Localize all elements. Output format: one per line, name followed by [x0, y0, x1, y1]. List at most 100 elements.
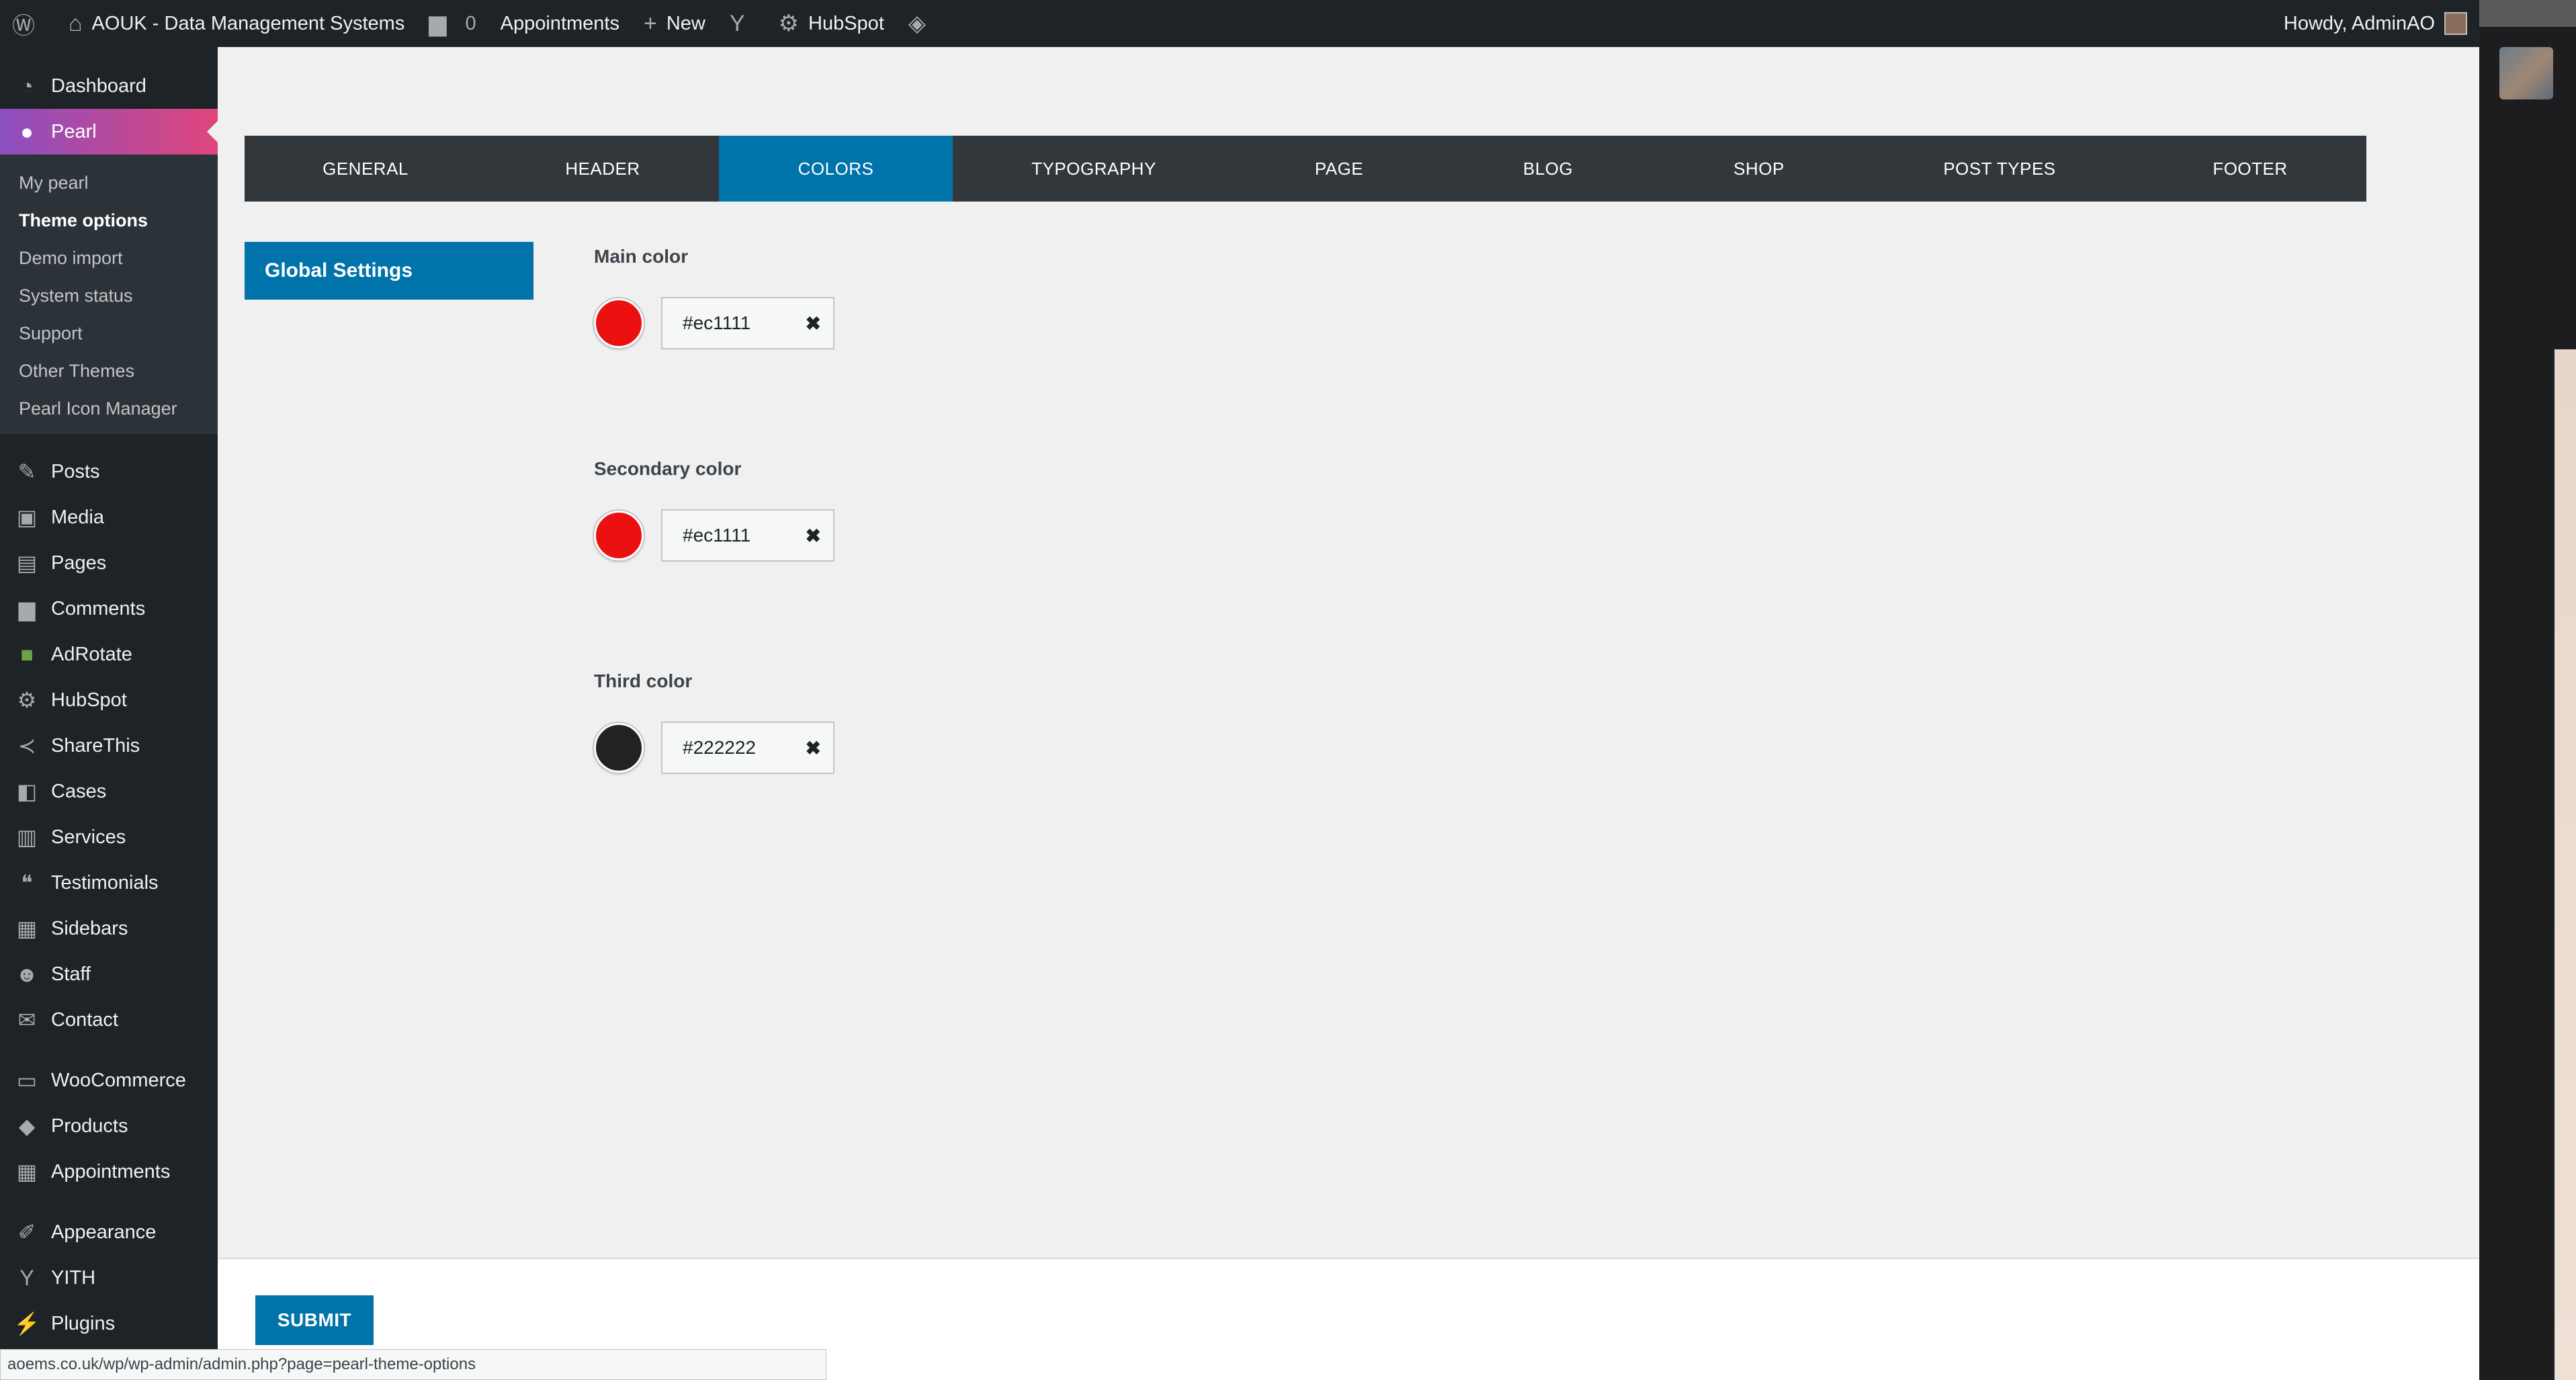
- hubspot-icon: ⚙: [778, 11, 800, 36]
- menu-hubspot[interactable]: ⚙ HubSpot: [0, 677, 218, 723]
- site-name-link[interactable]: ⌂ AOUK - Data Management Systems: [56, 0, 417, 47]
- yoast-link[interactable]: Y: [718, 0, 767, 47]
- menu-label: Cases: [51, 780, 107, 802]
- my-account-link[interactable]: Howdy, AdminAO: [2272, 0, 2479, 47]
- menu-appointments[interactable]: ▦ Appointments: [0, 1149, 218, 1195]
- wordpress-icon: Ⓦ: [12, 13, 35, 39]
- menu-label: Contact: [51, 1008, 118, 1031]
- menu-pages[interactable]: ▤ Pages: [0, 540, 218, 586]
- calendar-icon: ▦: [16, 1160, 38, 1184]
- comment-icon: ▆: [429, 11, 447, 36]
- appointments-link[interactable]: Appointments: [488, 0, 632, 47]
- submenu-theme-options[interactable]: Theme options: [0, 202, 218, 239]
- howdy-label: Howdy, AdminAO: [2283, 12, 2435, 34]
- menu-label: Pearl: [51, 120, 97, 142]
- comments-count: 0: [465, 12, 476, 34]
- menu-products[interactable]: ◆ Products: [0, 1103, 218, 1149]
- secondary-color-swatch[interactable]: [594, 511, 644, 560]
- menu-woocommerce[interactable]: ▭ WooCommerce: [0, 1058, 218, 1103]
- menu-adrotate[interactable]: ■ AdRotate: [0, 632, 218, 677]
- site-name: AOUK - Data Management Systems: [91, 12, 405, 34]
- menu-testimonials[interactable]: ❝ Testimonials: [0, 860, 218, 906]
- submenu-support[interactable]: Support: [0, 314, 218, 352]
- appointments-label: Appointments: [500, 12, 619, 34]
- menu-label: Appointments: [51, 1160, 171, 1182]
- clear-icon[interactable]: ✖: [806, 312, 821, 335]
- tab-general[interactable]: GENERAL: [245, 136, 486, 202]
- menu-yith[interactable]: Y YITH: [0, 1255, 218, 1301]
- submit-button[interactable]: SUBMIT: [255, 1295, 374, 1345]
- third-color-input[interactable]: #222222 ✖: [661, 722, 834, 774]
- comments-link[interactable]: ▆ 0: [417, 0, 488, 47]
- submenu-my-pearl[interactable]: My pearl: [0, 164, 218, 202]
- submenu-demo-import[interactable]: Demo import: [0, 239, 218, 277]
- menu-sharethis[interactable]: ≺ ShareThis: [0, 723, 218, 769]
- field-label: Secondary color: [594, 458, 742, 479]
- tab-colors[interactable]: COLORS: [719, 136, 953, 202]
- menu-comments[interactable]: ▆ Comments: [0, 586, 218, 632]
- pearl-icon: ●: [20, 119, 34, 144]
- menu-services[interactable]: ▥ Services: [0, 814, 218, 860]
- sidebars-icon: ▦: [16, 916, 38, 941]
- third-color-swatch[interactable]: [594, 723, 644, 773]
- menu-posts[interactable]: ✎ Posts: [0, 449, 218, 494]
- menu-plugins[interactable]: ⚡ Plugins: [0, 1301, 218, 1346]
- menu-media[interactable]: ▣ Media: [0, 494, 218, 540]
- tab-typography[interactable]: TYPOGRAPHY: [953, 136, 1235, 202]
- menu-label: YITH: [51, 1266, 96, 1289]
- submenu-system-status[interactable]: System status: [0, 277, 218, 314]
- menu-label: Sidebars: [51, 917, 128, 939]
- mail-icon: ✉: [17, 1008, 36, 1032]
- wordpress-logo[interactable]: Ⓦ: [0, 0, 56, 47]
- hubspot-label: HubSpot: [808, 12, 884, 34]
- menu-label: Testimonials: [51, 871, 159, 894]
- diamond-icon: ◈: [908, 11, 927, 36]
- menu-label: Comments: [51, 597, 146, 619]
- cases-icon: ◧: [16, 779, 38, 804]
- menu-contact[interactable]: ✉ Contact: [0, 997, 218, 1043]
- services-icon: ▥: [16, 825, 38, 849]
- tab-page[interactable]: PAGE: [1235, 136, 1443, 202]
- clear-icon[interactable]: ✖: [806, 525, 821, 547]
- sidetab-global-settings[interactable]: Global Settings: [245, 242, 533, 300]
- third-color-field: Third color #222222 ✖: [594, 671, 834, 774]
- tab-blog[interactable]: BLOG: [1443, 136, 1653, 202]
- browser-status-url: aoems.co.uk/wp/wp-admin/admin.php?page=p…: [0, 1349, 826, 1380]
- tab-shop[interactable]: SHOP: [1653, 136, 1865, 202]
- tab-footer[interactable]: FOOTER: [2134, 136, 2366, 202]
- menu-label: Services: [51, 826, 126, 848]
- home-icon: ⌂: [69, 10, 83, 36]
- menu-sidebars[interactable]: ▦ Sidebars: [0, 906, 218, 951]
- hubspot-link[interactable]: ⚙ HubSpot: [767, 0, 896, 47]
- field-label: Third color: [594, 671, 693, 691]
- menu-label: Products: [51, 1115, 128, 1137]
- menu-appearance[interactable]: ✐ Appearance: [0, 1209, 218, 1255]
- comment-icon: ▆: [18, 597, 36, 621]
- tab-post-types[interactable]: POST TYPES: [1865, 136, 2134, 202]
- menu-dashboard[interactable]: ◔ Dashboard: [0, 63, 218, 109]
- user-photo: [2499, 47, 2553, 99]
- menu-label: ShareThis: [51, 734, 140, 757]
- admin-bar: Ⓦ ⌂ AOUK - Data Management Systems ▆ 0 A…: [0, 0, 2479, 47]
- pearl-submenu: My pearl Theme options Demo import Syste…: [0, 155, 218, 434]
- yith-icon: Y: [19, 1265, 34, 1290]
- secondary-color-field: Secondary color #ec1111 ✖: [594, 458, 834, 562]
- menu-staff[interactable]: ☻ Staff: [0, 951, 218, 997]
- tab-header[interactable]: HEADER: [486, 136, 719, 202]
- menu-pearl[interactable]: ● Pearl: [0, 109, 218, 155]
- clear-icon[interactable]: ✖: [806, 737, 821, 759]
- main-color-input[interactable]: #ec1111 ✖: [661, 297, 834, 349]
- pages-icon: ▤: [16, 551, 38, 575]
- diamond-link[interactable]: ◈: [896, 0, 947, 47]
- secondary-color-input[interactable]: #ec1111 ✖: [661, 509, 834, 562]
- hex-value: #ec1111: [683, 525, 751, 546]
- new-content-link[interactable]: + New: [632, 0, 718, 47]
- plus-icon: +: [643, 10, 657, 36]
- submenu-other-themes[interactable]: Other Themes: [0, 352, 218, 390]
- menu-cases[interactable]: ◧ Cases: [0, 769, 218, 814]
- menu-label: WooCommerce: [51, 1069, 186, 1091]
- hex-value: #ec1111: [683, 312, 751, 333]
- submenu-icon-manager[interactable]: Pearl Icon Manager: [0, 390, 218, 427]
- admin-sidebar: ◔ Dashboard ● Pearl My pearl Theme optio…: [0, 47, 218, 1380]
- main-color-swatch[interactable]: [594, 298, 644, 348]
